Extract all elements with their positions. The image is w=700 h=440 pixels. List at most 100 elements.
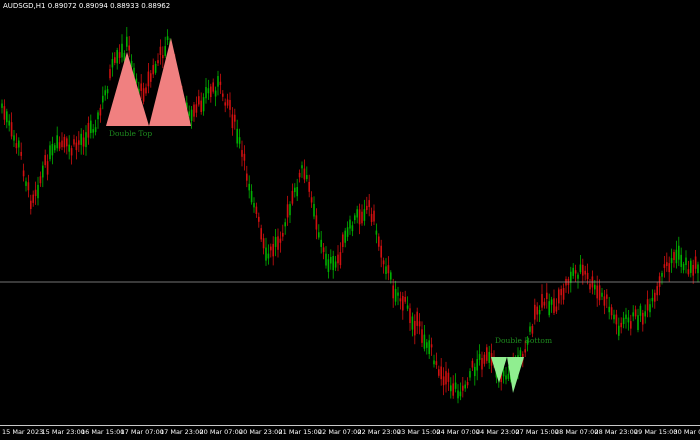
- candle-body: [572, 268, 574, 276]
- candle-body: [296, 187, 298, 196]
- candle-body: [150, 73, 152, 82]
- candle-body: [544, 302, 546, 306]
- symbol-label: AUDSGD,H1: [3, 2, 46, 10]
- candle-body: [224, 102, 226, 105]
- candle-body: [587, 273, 589, 279]
- candle-body: [284, 222, 286, 226]
- candle-body: [556, 306, 558, 311]
- candle-body: [349, 220, 351, 229]
- candle-body: [83, 138, 85, 147]
- candle-body: [143, 88, 145, 101]
- time-axis-label: 22 Mar 07:00: [318, 428, 361, 436]
- candle-body: [464, 385, 466, 389]
- candle-body: [378, 236, 380, 246]
- candle-body: [476, 359, 478, 370]
- candle-body: [162, 55, 164, 58]
- candle-body: [37, 185, 39, 198]
- candle-body: [548, 301, 550, 315]
- candle-body: [222, 94, 224, 97]
- candle-body: [443, 376, 445, 385]
- candles: [1, 27, 699, 403]
- candle-body: [388, 265, 390, 273]
- candle-body: [217, 76, 219, 87]
- candle-body: [280, 239, 282, 243]
- candle-body: [49, 145, 51, 159]
- candle-body: [352, 225, 354, 231]
- candle-body: [611, 307, 613, 315]
- time-axis: 15 Mar 202315 Mar 23:0016 Mar 15:0017 Ma…: [0, 425, 700, 440]
- candle-body: [220, 82, 222, 85]
- candle-body: [546, 293, 548, 299]
- candle-body: [42, 166, 44, 178]
- candle-body: [164, 46, 166, 56]
- candle-body: [155, 64, 157, 73]
- candle-body: [589, 284, 591, 290]
- candle-body: [457, 390, 459, 398]
- candle-body: [251, 191, 253, 202]
- candle-body: [116, 50, 118, 63]
- candle-body: [61, 141, 63, 148]
- candle-body: [414, 321, 416, 335]
- candle-body: [354, 215, 356, 220]
- candle-body: [23, 170, 25, 176]
- candle-body: [520, 350, 522, 356]
- candle-body: [676, 250, 678, 263]
- candle-body: [577, 275, 579, 279]
- candle-body: [215, 91, 217, 97]
- candle-body: [505, 375, 507, 379]
- candle-body: [616, 315, 618, 325]
- candle-body: [335, 262, 337, 268]
- candle-body: [431, 344, 433, 347]
- time-axis-label: 30 Mar 07:00: [674, 428, 700, 436]
- candle-body: [642, 313, 644, 325]
- candle-body: [637, 315, 639, 330]
- time-axis-label: 17 Mar 23:00: [160, 428, 203, 436]
- candle-body: [330, 257, 332, 264]
- candle-body: [606, 294, 608, 298]
- candle-body: [64, 137, 66, 147]
- candle-body: [316, 215, 318, 229]
- candle-body: [376, 231, 378, 235]
- candle-body: [664, 264, 666, 268]
- candle-body: [268, 254, 270, 259]
- chart-window[interactable]: AUDSGD,H1 0.89072 0.89094 0.88933 0.8896…: [0, 0, 700, 439]
- candle-body: [668, 263, 670, 272]
- candle-body: [107, 89, 109, 93]
- candle-body: [541, 294, 543, 308]
- time-axis-label: 27 Mar 15:00: [516, 428, 559, 436]
- candle-body: [78, 140, 80, 144]
- candle-body: [88, 123, 90, 138]
- candle-body: [467, 382, 469, 385]
- candle-body: [448, 373, 450, 382]
- candle-body: [56, 135, 58, 148]
- price-chart[interactable]: [0, 0, 700, 425]
- candle-body: [200, 101, 202, 112]
- candle-body: [424, 335, 426, 349]
- candle-body: [239, 137, 241, 144]
- candle-body: [294, 188, 296, 192]
- candle-body: [601, 293, 603, 297]
- candle-body: [114, 57, 116, 63]
- candle-body: [188, 111, 190, 115]
- candle-body: [560, 289, 562, 295]
- candle-body: [30, 201, 32, 209]
- candle-body: [630, 321, 632, 329]
- ohlc-values: 0.89072 0.89094 0.88933 0.88962: [48, 2, 170, 10]
- candle-body: [488, 352, 490, 363]
- candle-body: [256, 207, 258, 214]
- candle-body: [409, 308, 411, 323]
- candle-body: [683, 264, 685, 270]
- candle-body: [52, 144, 54, 155]
- candle-body: [455, 383, 457, 389]
- candle-body: [436, 361, 438, 365]
- candle-body: [92, 129, 94, 133]
- candle-body: [227, 100, 229, 106]
- candle-body: [604, 296, 606, 305]
- candle-body: [234, 115, 236, 122]
- candle-body: [366, 206, 368, 210]
- candle-body: [536, 307, 538, 315]
- candle-body: [460, 392, 462, 397]
- candle-body: [140, 83, 142, 91]
- candle-body: [690, 261, 692, 273]
- time-axis-label: 24 Mar 23:00: [476, 428, 519, 436]
